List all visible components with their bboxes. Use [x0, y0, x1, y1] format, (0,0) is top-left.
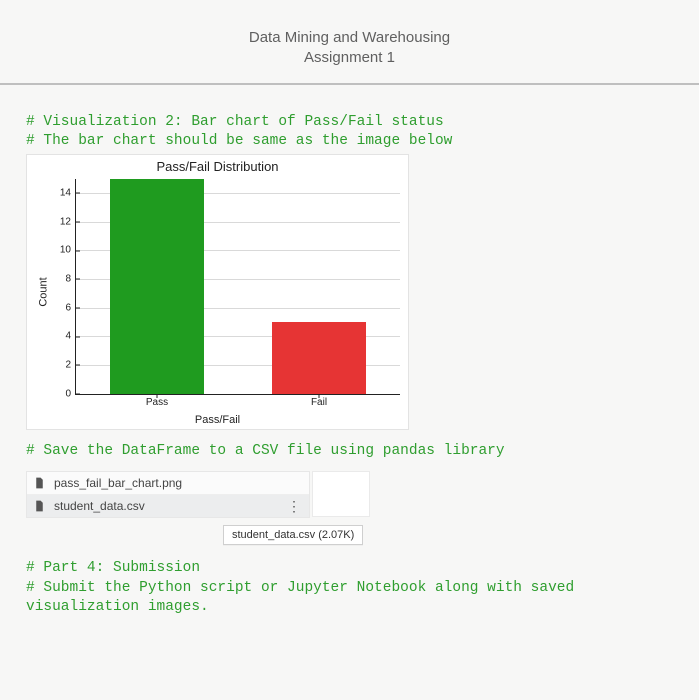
file-name-label: student_data.csv: [54, 499, 285, 513]
document-page: Data Mining and Warehousing Assignment 1…: [0, 0, 699, 700]
assignment-title: Assignment 1: [0, 48, 699, 68]
code-comment: # Visualization 2: Bar chart of Pass/Fai…: [26, 113, 673, 133]
chart-plot-area: 02468101214PassFail: [75, 179, 400, 395]
chart-ytick: 4: [65, 331, 76, 342]
chart-bar: [110, 179, 204, 394]
chart-ylabel: Count: [38, 277, 50, 306]
header-divider: [0, 83, 699, 85]
file-tooltip: student_data.csv (2.07K): [223, 525, 363, 545]
chart-ytick: 0: [65, 388, 76, 399]
file-list: pass_fail_bar_chart.png student_data.csv…: [26, 471, 310, 518]
file-row[interactable]: pass_fail_bar_chart.png: [27, 472, 309, 494]
code-comment: # Part 4: Submission: [26, 559, 673, 579]
chart-xtick-label: Fail: [311, 394, 327, 408]
chart-xtick-label: Pass: [146, 394, 168, 408]
code-block-viz: # Visualization 2: Bar chart of Pass/Fai…: [26, 113, 673, 152]
page-header: Data Mining and Warehousing Assignment 1: [0, 0, 699, 69]
blank-panel: [312, 471, 370, 517]
file-browser: pass_fail_bar_chart.png student_data.csv…: [26, 471, 371, 547]
code-comment: # Save the DataFrame to a CSV file using…: [26, 442, 673, 462]
file-icon: [33, 476, 46, 490]
chart-ytick: 8: [65, 273, 76, 284]
file-row[interactable]: student_data.csv ⋮: [27, 494, 309, 517]
chart-title: Pass/Fail Distribution: [27, 159, 408, 174]
chart-bar: [272, 322, 366, 394]
chart-ytick: 12: [60, 216, 76, 227]
code-block-submission: # Part 4: Submission # Submit the Python…: [26, 559, 673, 618]
content-area: # Visualization 2: Bar chart of Pass/Fai…: [0, 113, 699, 618]
chart-xlabel: Pass/Fail: [27, 414, 408, 426]
code-comment: # The bar chart should be same as the im…: [26, 132, 673, 152]
code-comment: # Submit the Python script or Jupyter No…: [26, 579, 673, 618]
file-name-label: pass_fail_bar_chart.png: [54, 476, 303, 490]
chart-ytick: 2: [65, 359, 76, 370]
chart-ytick: 10: [60, 245, 76, 256]
bar-chart: Pass/Fail Distribution Count Pass/Fail 0…: [26, 154, 409, 430]
course-title: Data Mining and Warehousing: [0, 28, 699, 48]
file-icon: [33, 499, 46, 513]
chart-ytick: 6: [65, 302, 76, 313]
more-options-icon[interactable]: ⋮: [285, 499, 303, 513]
chart-ytick: 14: [60, 187, 76, 198]
